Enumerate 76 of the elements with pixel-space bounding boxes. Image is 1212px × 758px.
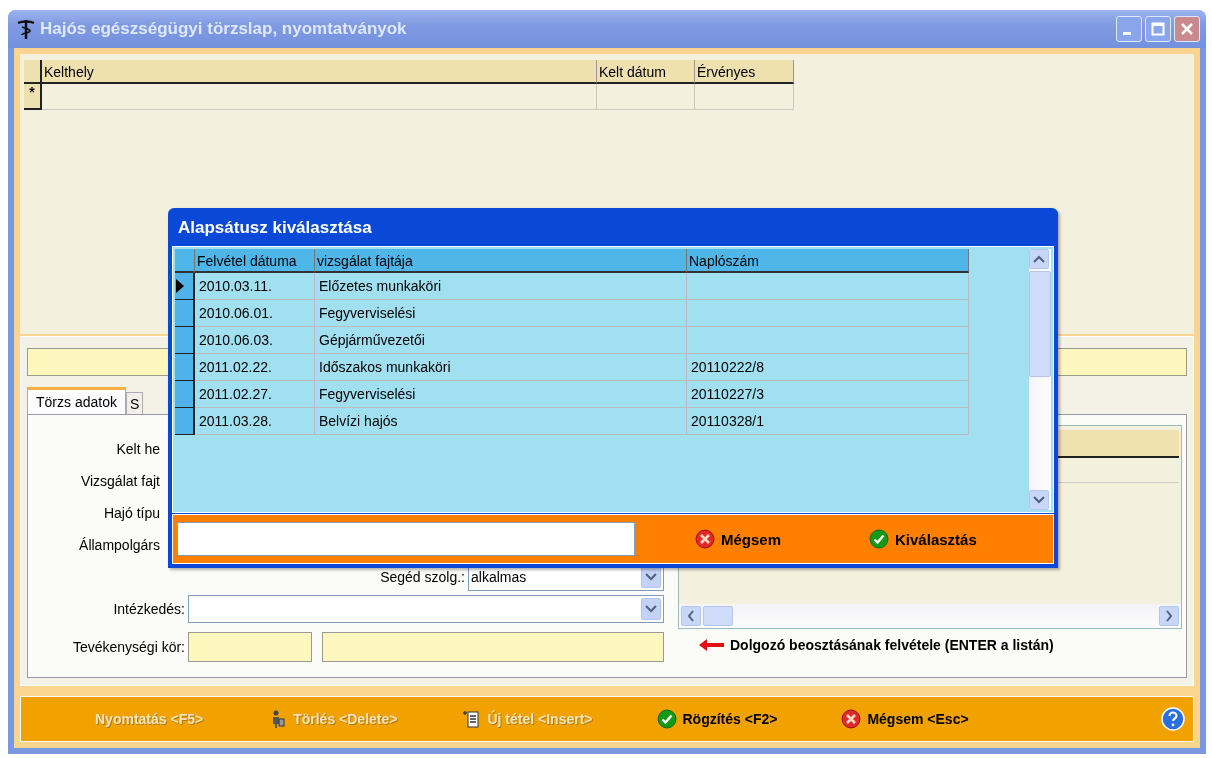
check-icon bbox=[869, 529, 890, 549]
field-label: Kelt he bbox=[116, 441, 160, 457]
field-label: Állampolgárs bbox=[79, 537, 160, 553]
chevron-down-icon bbox=[645, 573, 657, 581]
column-header[interactable]: Naplószám bbox=[687, 249, 969, 273]
horizontal-scrollbar[interactable] bbox=[679, 604, 1181, 628]
minimize-icon bbox=[1123, 31, 1131, 35]
dropdown-button[interactable] bbox=[641, 566, 661, 588]
field-label: Hajó típu bbox=[103, 505, 160, 521]
table-cell: 20110222/8 bbox=[687, 354, 969, 381]
field-label: Intézkedés: bbox=[112, 601, 186, 617]
maximize-button[interactable] bbox=[1145, 16, 1171, 42]
table-cell: 2011.03.28. bbox=[195, 408, 315, 435]
search-field[interactable] bbox=[177, 522, 635, 556]
column-header[interactable]: Kelthely bbox=[42, 60, 597, 84]
list-icon bbox=[461, 709, 482, 729]
input-field[interactable] bbox=[188, 632, 312, 662]
table-cell: 2011.02.22. bbox=[195, 354, 315, 381]
chevron-down-icon bbox=[1033, 496, 1045, 504]
chevron-left-icon bbox=[687, 610, 695, 622]
toolbar-button[interactable]: Rögzítés <F2> bbox=[652, 707, 782, 731]
column-header[interactable]: Kelt dátum bbox=[597, 60, 695, 84]
row-selector-header bbox=[175, 249, 195, 273]
caduceus-icon bbox=[16, 18, 36, 40]
cancel-icon bbox=[695, 529, 715, 549]
field-label: Vizsgálat fajt bbox=[80, 473, 160, 489]
table-cell: Gépjárművezetői bbox=[315, 327, 687, 354]
scrollbar-thumb[interactable] bbox=[1029, 271, 1051, 377]
tab[interactable]: Törzs adatok bbox=[27, 387, 126, 414]
field-label: Tevékenységi kör: bbox=[71, 639, 186, 655]
table-cell: 20110227/3 bbox=[687, 381, 969, 408]
table-cell: 2011.02.27. bbox=[195, 381, 315, 408]
close-button[interactable] bbox=[1174, 16, 1200, 42]
chevron-right-icon bbox=[1165, 610, 1173, 622]
row-selector-header bbox=[24, 60, 42, 84]
table-cell: Fegyverviselési bbox=[315, 381, 687, 408]
check-icon bbox=[656, 709, 677, 729]
table-cell: Fegyverviselési bbox=[315, 300, 687, 327]
input-field[interactable] bbox=[322, 632, 664, 662]
column-header[interactable]: Érvényes bbox=[695, 60, 794, 84]
new-row-marker[interactable]: * bbox=[24, 84, 42, 110]
toolbar-button[interactable]: Mégsem <Esc> bbox=[837, 707, 973, 731]
cancel-button[interactable]: Mégsem bbox=[691, 527, 786, 551]
cancel-icon bbox=[841, 709, 862, 729]
row-selector[interactable] bbox=[175, 354, 195, 381]
table-cell: Időszakos munkaköri bbox=[315, 354, 687, 381]
maximize-icon bbox=[1150, 21, 1166, 37]
column-header[interactable]: vizsgálat fajtája bbox=[315, 249, 687, 273]
dialog-title: Alapsátusz kiválasztása bbox=[177, 217, 373, 239]
row-selector[interactable] bbox=[175, 300, 195, 327]
select-button[interactable]: Kiválasztás bbox=[865, 527, 981, 551]
combo-box[interactable] bbox=[188, 595, 664, 623]
row-selector[interactable] bbox=[175, 327, 195, 354]
table-cell: 2010.06.01. bbox=[195, 300, 315, 327]
table-cell: 2010.03.11. bbox=[195, 273, 315, 300]
row-pointer-icon bbox=[175, 279, 185, 293]
close-icon bbox=[1179, 21, 1195, 37]
row-selector[interactable] bbox=[175, 273, 195, 300]
row-selector[interactable] bbox=[175, 408, 195, 435]
chevron-down-icon bbox=[645, 605, 657, 613]
table-cell: 2010.06.03. bbox=[195, 327, 315, 354]
vertical-scrollbar[interactable] bbox=[1029, 249, 1051, 510]
table-cell: Belvízi hajós bbox=[315, 408, 687, 435]
scrollbar-thumb[interactable] bbox=[703, 606, 733, 626]
hint-text: Dolgozó beosztásának felvétele (ENTER a listán) bbox=[730, 637, 1054, 653]
table-cell: Előzetes munkaköri bbox=[315, 273, 687, 300]
row-selector[interactable] bbox=[175, 381, 195, 408]
table-cell: 20110328/1 bbox=[687, 408, 969, 435]
help-icon[interactable] bbox=[1161, 707, 1185, 731]
column-header[interactable]: Felvétel dátuma bbox=[195, 249, 315, 273]
minimize-button[interactable] bbox=[1116, 16, 1142, 42]
chevron-up-icon bbox=[1033, 255, 1045, 263]
arrow-left-icon bbox=[698, 638, 726, 652]
dropdown-button[interactable] bbox=[641, 598, 661, 620]
window-title: Hajós egészségügyi törzslap, nyomtatványok bbox=[40, 19, 408, 39]
field-label: Segéd szolg.: bbox=[379, 569, 466, 585]
